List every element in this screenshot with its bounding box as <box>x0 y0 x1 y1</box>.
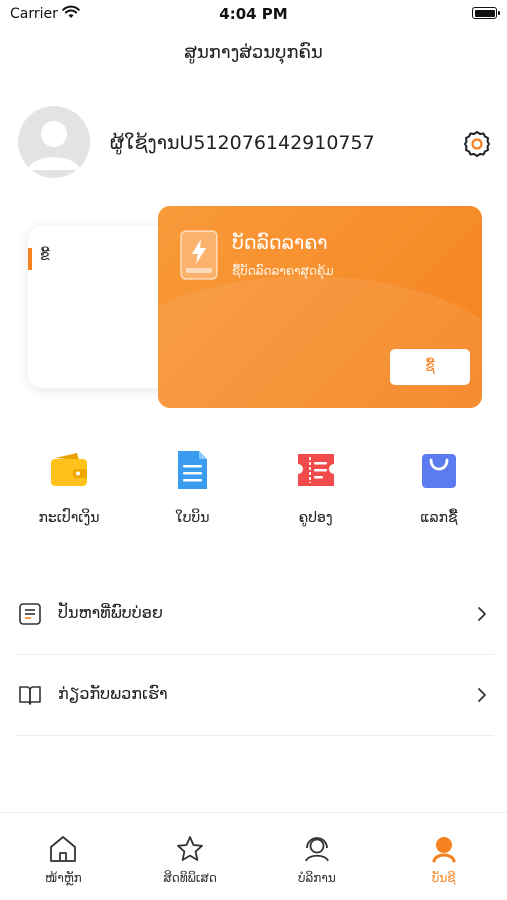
vip-back-label: ຂີ້ <box>40 248 50 264</box>
quick-action-label: ກະເປົາເງິນ <box>38 510 100 526</box>
profile-icon <box>432 837 456 863</box>
username: ຜູ້ໃຊ້ງານU512076142910757 <box>110 132 375 154</box>
vip-card-back[interactable]: ຂີ້ <box>28 226 178 388</box>
star-icon <box>177 836 204 861</box>
quick-action-coupon[interactable]: ຄູປອງ <box>261 448 371 538</box>
menu-row-faq[interactable]: ປັນຫາທີ່ພົບບ່ອຍ <box>16 575 494 655</box>
menu-row-about-us[interactable]: ກ່ຽວກັບພວກເຮົາ <box>16 656 494 736</box>
clock: 4:04 PM <box>219 5 288 23</box>
coupon-icon <box>297 454 334 486</box>
quick-action-label: ຄູປອງ <box>298 510 333 526</box>
support-icon <box>305 837 329 862</box>
buy-card-button[interactable]: ຊື້ <box>390 349 470 385</box>
tab-label: ບັນຊີ <box>431 871 456 885</box>
discount-card[interactable]: ບັດລົດລາຄາ ຊື້ບັດລົດລາຄາສຸດຄຸ້ມ ຊື້ <box>158 206 482 408</box>
quick-action-wallet[interactable]: ກະເປົາເງິນ <box>14 448 124 538</box>
document-icon <box>178 451 208 489</box>
status-bar: Carrier 4:04 PM <box>0 0 507 28</box>
chevron-right-icon <box>478 607 486 621</box>
tab-account[interactable]: ບັນຊີ <box>380 813 507 900</box>
user-silhouette-icon <box>18 106 90 178</box>
quick-actions: ກະເປົາເງິນ ໃບບິນ ຄູປອງ ແລກຊື້ <box>14 448 494 538</box>
faq-icon <box>19 603 41 625</box>
book-icon <box>19 686 41 705</box>
accent-bar <box>28 248 32 270</box>
wallet-icon <box>51 453 87 486</box>
tab-label: ສິດທິພິເສດ <box>163 871 217 885</box>
vip-card-stack: ຂີ້ ບັດລົດລາຄາ ຊື້ບັດລົດລາຄາສຸດຄຸ້ມ ຊື້ <box>28 206 482 408</box>
tab-home[interactable]: ໜ້າຫຼັກ <box>0 813 127 900</box>
chevron-right-icon <box>478 688 486 702</box>
menu-label: ກ່ຽວກັບພວກເຮົາ <box>58 684 168 703</box>
menu-label: ປັນຫາທີ່ພົບບ່ອຍ <box>58 603 163 622</box>
avatar[interactable] <box>18 106 90 178</box>
quick-action-exchange[interactable]: ແລກຊື້ <box>384 448 494 538</box>
gear-icon <box>464 131 490 157</box>
lightning-card-icon <box>180 230 218 280</box>
page-title: ສູນກາງສ່ວນບຸກຄົນ <box>184 42 323 63</box>
settings-button[interactable] <box>462 129 492 159</box>
profile-header: ຜູ້ໃຊ້ງານU512076142910757 <box>18 106 492 180</box>
tab-label: ໜ້າຫຼັກ <box>45 871 82 885</box>
bottom-tab-bar: ໜ້າຫຼັກ ສິດທິພິເສດ ບໍລິການ ບັນຊີ <box>0 812 507 900</box>
quick-action-label: ແລກຊື້ <box>420 510 458 526</box>
tab-service[interactable]: ບໍລິການ <box>254 813 381 900</box>
tab-privileges[interactable]: ສິດທິພິເສດ <box>127 813 254 900</box>
home-icon <box>50 836 77 862</box>
tab-label: ບໍລິການ <box>298 871 336 885</box>
shopping-bag-icon <box>421 454 456 488</box>
discount-card-title: ບັດລົດລາຄາ <box>232 232 328 254</box>
discount-card-subtitle: ຊື້ບັດລົດລາຄາສຸດຄຸ້ມ <box>232 264 334 278</box>
battery-icon <box>472 7 500 19</box>
quick-action-label: ໃບບິນ <box>175 510 210 526</box>
quick-action-bill[interactable]: ໃບບິນ <box>137 448 247 538</box>
